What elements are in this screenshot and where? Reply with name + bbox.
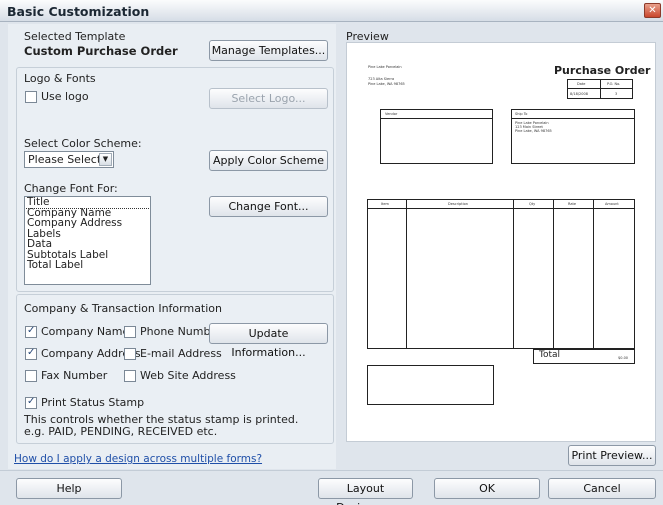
change-font-button[interactable]: Change Font... (209, 196, 328, 217)
status-note-line2: e.g. PAID, PENDING, RECEIVED etc. (24, 425, 218, 438)
web-site-checkbox[interactable] (124, 370, 136, 382)
preview-ship-to-label: Ship To (515, 112, 528, 116)
preview-col-rate: Rate (568, 202, 577, 206)
preview-company-line3: Pine Lake, WA 98765 (368, 82, 405, 86)
preview-total-label: Total (539, 350, 561, 360)
print-preview-button[interactable]: Print Preview... (568, 445, 656, 466)
preview-po-value: 3 (615, 92, 618, 96)
help-link[interactable]: How do I apply a design across multiple … (14, 453, 262, 465)
color-scheme-label: Select Color Scheme: (24, 137, 142, 150)
list-item[interactable]: Title (25, 197, 150, 209)
selected-template-name: Custom Purchase Order (24, 44, 178, 58)
window-title: Basic Customization (7, 4, 150, 19)
logo-fonts-header: Logo & Fonts (24, 72, 96, 85)
list-item[interactable]: Total Label (25, 260, 150, 271)
print-status-checkbox[interactable] (25, 396, 37, 409)
preview-col-item: Item (381, 202, 389, 206)
title-bar: Basic Customization ✕ (0, 0, 663, 22)
color-scheme-select[interactable]: Please Select... ▼ (24, 151, 114, 168)
list-item[interactable]: Data (25, 239, 150, 250)
preview-po-label: P.O. No. (607, 82, 621, 86)
email-address-label: E-mail Address (140, 347, 222, 360)
update-information-button[interactable]: Update Information... (209, 323, 328, 359)
apply-color-scheme-button[interactable]: Apply Color Scheme (209, 150, 328, 171)
preview-company-line2: 723 Alta Sierra (368, 77, 395, 81)
list-item[interactable]: Company Address (25, 218, 150, 229)
layout-designer-button[interactable]: Layout Designer... (318, 478, 413, 505)
preview-memo-box (367, 365, 494, 405)
preview-doc-title: Purchase Order (554, 64, 651, 77)
ok-button[interactable]: OK (434, 478, 540, 499)
cancel-button[interactable]: Cancel (548, 478, 656, 499)
use-logo-label: Use logo (41, 90, 89, 103)
company-address-checkbox[interactable] (25, 347, 37, 360)
font-element-list[interactable]: Title Company Name Company Address Label… (24, 196, 151, 285)
selected-template-label: Selected Template (24, 30, 126, 43)
fax-number-checkbox[interactable] (25, 370, 37, 382)
preview-pane: Pine Lake Porcelain 723 Alta Sierra Pine… (346, 42, 656, 442)
company-name-checkbox[interactable] (25, 325, 37, 338)
preview-col-qty: Qty (529, 202, 536, 206)
help-button[interactable]: Help (16, 478, 122, 499)
phone-number-checkbox[interactable] (124, 326, 136, 338)
preview-vendor-label: Vendor (385, 112, 398, 116)
close-icon[interactable]: ✕ (644, 3, 661, 18)
email-address-checkbox[interactable] (124, 348, 136, 360)
preview-total-value: $0.00 (618, 356, 629, 360)
fax-number-label: Fax Number (41, 369, 108, 382)
preview-date-value: 8/18/2008 (570, 92, 588, 96)
chevron-down-icon[interactable]: ▼ (99, 153, 112, 166)
web-site-label: Web Site Address (140, 369, 236, 382)
company-name-label: Company Name (41, 325, 130, 338)
use-logo-checkbox[interactable] (25, 91, 37, 103)
change-font-for-label: Change Font For: (24, 182, 118, 195)
preview-date-label: Date (577, 82, 586, 86)
preview-ship-to-line3: Pine Lake, WA 98765 (515, 129, 552, 133)
preview-company-line1: Pine Lake Porcelain (368, 65, 402, 69)
select-logo-button[interactable]: Select Logo... (209, 88, 328, 109)
print-status-label: Print Status Stamp (41, 396, 145, 409)
company-info-header: Company & Transaction Information (24, 302, 222, 315)
preview-items-table (367, 199, 635, 349)
preview-col-description: Description (448, 202, 468, 206)
preview-col-amount: Amount (605, 202, 619, 206)
manage-templates-button[interactable]: Manage Templates... (209, 40, 328, 61)
